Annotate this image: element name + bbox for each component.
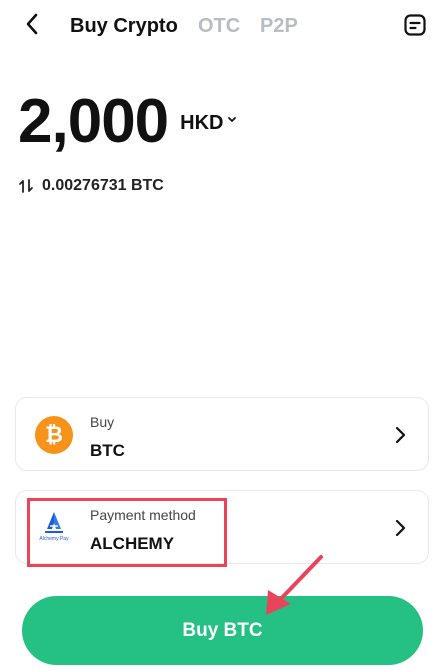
amount-display[interactable]: 2,000 HKD	[18, 90, 237, 154]
orders-button[interactable]	[400, 10, 430, 40]
chevron-right-icon	[390, 518, 410, 538]
crypto-select-card[interactable]: ₿ Buy BTC	[15, 397, 429, 471]
chevron-right-icon	[390, 425, 410, 445]
crypto-caption: Buy	[90, 414, 115, 430]
alchemy-logo-text: Alchemy Pay	[39, 536, 69, 542]
swap-arrows-icon[interactable]	[18, 178, 34, 194]
header: Buy Crypto OTC P2P	[0, 0, 444, 52]
currency-selector[interactable]: HKD	[180, 112, 236, 134]
conversion-amount: 0.00276731 BTC	[42, 177, 164, 194]
buy-crypto-screen: Buy Crypto OTC P2P 2,000 HKD 0.00276731 …	[0, 0, 444, 671]
buy-btc-button[interactable]: Buy BTC	[22, 596, 423, 665]
back-arrow-icon	[25, 13, 39, 35]
back-button[interactable]	[18, 10, 46, 38]
payment-method-card[interactable]: Alchemy Pay Payment method ALCHEMY	[15, 490, 429, 564]
alchemy-pay-logo: Alchemy Pay	[35, 509, 73, 547]
tab-p2p[interactable]: P2P	[260, 14, 298, 38]
crypto-value: BTC	[90, 441, 125, 460]
orders-icon	[403, 13, 427, 37]
conversion-row: 0.00276731 BTC	[18, 176, 164, 196]
amount-value[interactable]: 2,000	[18, 90, 169, 154]
currency-label: HKD	[180, 112, 224, 134]
buy-btc-label: Buy BTC	[182, 619, 263, 641]
bitcoin-icon: ₿	[35, 416, 73, 454]
payment-value: ALCHEMY	[90, 534, 175, 553]
tab-buy-crypto[interactable]: Buy Crypto	[70, 14, 178, 38]
chevron-down-icon	[227, 116, 237, 124]
payment-caption: Payment method	[90, 507, 196, 523]
tab-otc[interactable]: OTC	[198, 14, 240, 38]
